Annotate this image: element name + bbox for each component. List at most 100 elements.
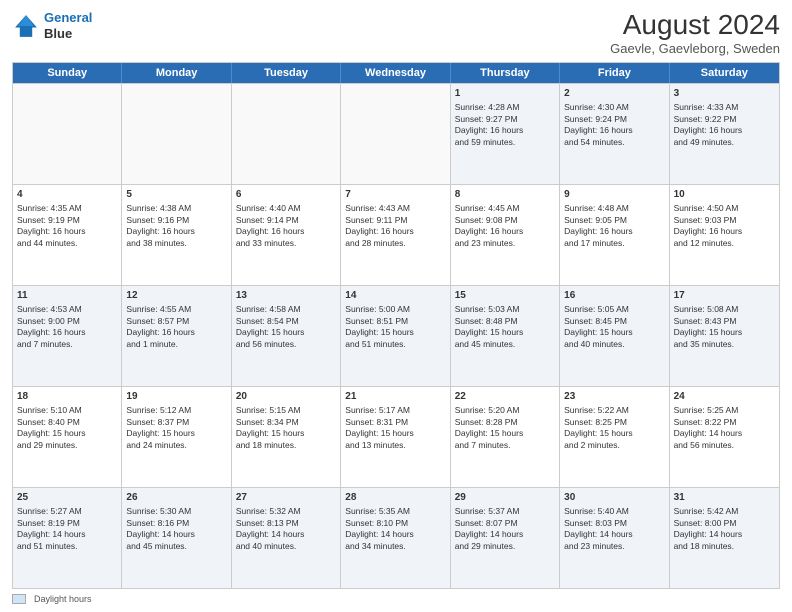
subtitle: Gaevle, Gaevleborg, Sweden [610, 41, 780, 56]
day-number: 18 [17, 390, 117, 404]
calendar-body: 1Sunrise: 4:28 AM Sunset: 9:27 PM Daylig… [13, 83, 779, 588]
calendar: SundayMondayTuesdayWednesdayThursdayFrid… [12, 62, 780, 589]
calendar-day: 7Sunrise: 4:43 AM Sunset: 9:11 PM Daylig… [341, 185, 450, 285]
day-number: 23 [564, 390, 664, 404]
day-info: Sunrise: 5:27 AM Sunset: 8:19 PM Dayligh… [17, 506, 86, 550]
day-info: Sunrise: 5:20 AM Sunset: 8:28 PM Dayligh… [455, 405, 524, 449]
day-info: Sunrise: 4:30 AM Sunset: 9:24 PM Dayligh… [564, 102, 633, 146]
day-number: 12 [126, 289, 226, 303]
day-info: Sunrise: 4:40 AM Sunset: 9:14 PM Dayligh… [236, 203, 305, 247]
calendar-week: 4Sunrise: 4:35 AM Sunset: 9:19 PM Daylig… [13, 184, 779, 285]
empty-cell [341, 84, 450, 184]
calendar-day: 27Sunrise: 5:32 AM Sunset: 8:13 PM Dayli… [232, 488, 341, 588]
calendar-week: 25Sunrise: 5:27 AM Sunset: 8:19 PM Dayli… [13, 487, 779, 588]
calendar-day: 14Sunrise: 5:00 AM Sunset: 8:51 PM Dayli… [341, 286, 450, 386]
day-number: 30 [564, 491, 664, 505]
day-info: Sunrise: 5:22 AM Sunset: 8:25 PM Dayligh… [564, 405, 633, 449]
calendar-day: 9Sunrise: 4:48 AM Sunset: 9:05 PM Daylig… [560, 185, 669, 285]
calendar-day: 30Sunrise: 5:40 AM Sunset: 8:03 PM Dayli… [560, 488, 669, 588]
day-info: Sunrise: 5:08 AM Sunset: 8:43 PM Dayligh… [674, 304, 743, 348]
calendar-day: 16Sunrise: 5:05 AM Sunset: 8:45 PM Dayli… [560, 286, 669, 386]
calendar-day: 8Sunrise: 4:45 AM Sunset: 9:08 PM Daylig… [451, 185, 560, 285]
calendar-day: 28Sunrise: 5:35 AM Sunset: 8:10 PM Dayli… [341, 488, 450, 588]
day-info: Sunrise: 4:38 AM Sunset: 9:16 PM Dayligh… [126, 203, 195, 247]
calendar-day: 22Sunrise: 5:20 AM Sunset: 8:28 PM Dayli… [451, 387, 560, 487]
calendar-day: 13Sunrise: 4:58 AM Sunset: 8:54 PM Dayli… [232, 286, 341, 386]
calendar-header: SundayMondayTuesdayWednesdayThursdayFrid… [13, 63, 779, 83]
calendar-day: 26Sunrise: 5:30 AM Sunset: 8:16 PM Dayli… [122, 488, 231, 588]
day-info: Sunrise: 5:25 AM Sunset: 8:22 PM Dayligh… [674, 405, 743, 449]
day-info: Sunrise: 5:00 AM Sunset: 8:51 PM Dayligh… [345, 304, 414, 348]
logo-line1: General [44, 10, 92, 26]
calendar-day: 5Sunrise: 4:38 AM Sunset: 9:16 PM Daylig… [122, 185, 231, 285]
day-number: 13 [236, 289, 336, 303]
day-info: Sunrise: 5:32 AM Sunset: 8:13 PM Dayligh… [236, 506, 305, 550]
day-number: 27 [236, 491, 336, 505]
day-number: 11 [17, 289, 117, 303]
calendar-day: 21Sunrise: 5:17 AM Sunset: 8:31 PM Dayli… [341, 387, 450, 487]
day-info: Sunrise: 5:40 AM Sunset: 8:03 PM Dayligh… [564, 506, 633, 550]
day-number: 10 [674, 188, 775, 202]
day-info: Sunrise: 5:35 AM Sunset: 8:10 PM Dayligh… [345, 506, 414, 550]
day-number: 14 [345, 289, 445, 303]
calendar-day: 24Sunrise: 5:25 AM Sunset: 8:22 PM Dayli… [670, 387, 779, 487]
calendar-day: 29Sunrise: 5:37 AM Sunset: 8:07 PM Dayli… [451, 488, 560, 588]
page-header: General Blue August 2024 Gaevle, Gaevleb… [12, 10, 780, 56]
day-number: 21 [345, 390, 445, 404]
day-info: Sunrise: 5:37 AM Sunset: 8:07 PM Dayligh… [455, 506, 524, 550]
empty-cell [232, 84, 341, 184]
weekday-header: Saturday [670, 63, 779, 83]
logo-text: General Blue [44, 10, 92, 41]
day-number: 4 [17, 188, 117, 202]
day-info: Sunrise: 5:30 AM Sunset: 8:16 PM Dayligh… [126, 506, 195, 550]
day-number: 5 [126, 188, 226, 202]
day-number: 26 [126, 491, 226, 505]
calendar-day: 23Sunrise: 5:22 AM Sunset: 8:25 PM Dayli… [560, 387, 669, 487]
calendar-day: 2Sunrise: 4:30 AM Sunset: 9:24 PM Daylig… [560, 84, 669, 184]
weekday-header: Thursday [451, 63, 560, 83]
day-number: 6 [236, 188, 336, 202]
day-number: 29 [455, 491, 555, 505]
day-info: Sunrise: 5:12 AM Sunset: 8:37 PM Dayligh… [126, 405, 195, 449]
day-info: Sunrise: 4:35 AM Sunset: 9:19 PM Dayligh… [17, 203, 86, 247]
weekday-header: Wednesday [341, 63, 450, 83]
logo-icon [12, 12, 40, 40]
day-number: 24 [674, 390, 775, 404]
legend-box [12, 594, 26, 604]
calendar-day: 11Sunrise: 4:53 AM Sunset: 9:00 PM Dayli… [13, 286, 122, 386]
day-number: 1 [455, 87, 555, 101]
day-number: 20 [236, 390, 336, 404]
title-block: August 2024 Gaevle, Gaevleborg, Sweden [610, 10, 780, 56]
calendar-container: General Blue August 2024 Gaevle, Gaevleb… [0, 0, 792, 612]
weekday-header: Tuesday [232, 63, 341, 83]
day-info: Sunrise: 4:45 AM Sunset: 9:08 PM Dayligh… [455, 203, 524, 247]
day-info: Sunrise: 4:55 AM Sunset: 8:57 PM Dayligh… [126, 304, 195, 348]
day-info: Sunrise: 5:42 AM Sunset: 8:00 PM Dayligh… [674, 506, 743, 550]
day-number: 28 [345, 491, 445, 505]
calendar-day: 3Sunrise: 4:33 AM Sunset: 9:22 PM Daylig… [670, 84, 779, 184]
calendar-day: 6Sunrise: 4:40 AM Sunset: 9:14 PM Daylig… [232, 185, 341, 285]
day-info: Sunrise: 4:33 AM Sunset: 9:22 PM Dayligh… [674, 102, 743, 146]
day-info: Sunrise: 5:03 AM Sunset: 8:48 PM Dayligh… [455, 304, 524, 348]
weekday-header: Monday [122, 63, 231, 83]
day-info: Sunrise: 4:48 AM Sunset: 9:05 PM Dayligh… [564, 203, 633, 247]
day-info: Sunrise: 4:58 AM Sunset: 8:54 PM Dayligh… [236, 304, 305, 348]
day-number: 3 [674, 87, 775, 101]
day-info: Sunrise: 5:10 AM Sunset: 8:40 PM Dayligh… [17, 405, 86, 449]
calendar-day: 20Sunrise: 5:15 AM Sunset: 8:34 PM Dayli… [232, 387, 341, 487]
weekday-header: Sunday [13, 63, 122, 83]
day-info: Sunrise: 5:15 AM Sunset: 8:34 PM Dayligh… [236, 405, 305, 449]
logo-line2: Blue [44, 26, 92, 42]
calendar-day: 18Sunrise: 5:10 AM Sunset: 8:40 PM Dayli… [13, 387, 122, 487]
empty-cell [13, 84, 122, 184]
day-number: 7 [345, 188, 445, 202]
day-number: 25 [17, 491, 117, 505]
day-info: Sunrise: 4:53 AM Sunset: 9:00 PM Dayligh… [17, 304, 86, 348]
calendar-day: 15Sunrise: 5:03 AM Sunset: 8:48 PM Dayli… [451, 286, 560, 386]
day-number: 2 [564, 87, 664, 101]
day-number: 19 [126, 390, 226, 404]
day-info: Sunrise: 4:28 AM Sunset: 9:27 PM Dayligh… [455, 102, 524, 146]
day-number: 9 [564, 188, 664, 202]
day-info: Sunrise: 4:50 AM Sunset: 9:03 PM Dayligh… [674, 203, 743, 247]
calendar-day: 19Sunrise: 5:12 AM Sunset: 8:37 PM Dayli… [122, 387, 231, 487]
